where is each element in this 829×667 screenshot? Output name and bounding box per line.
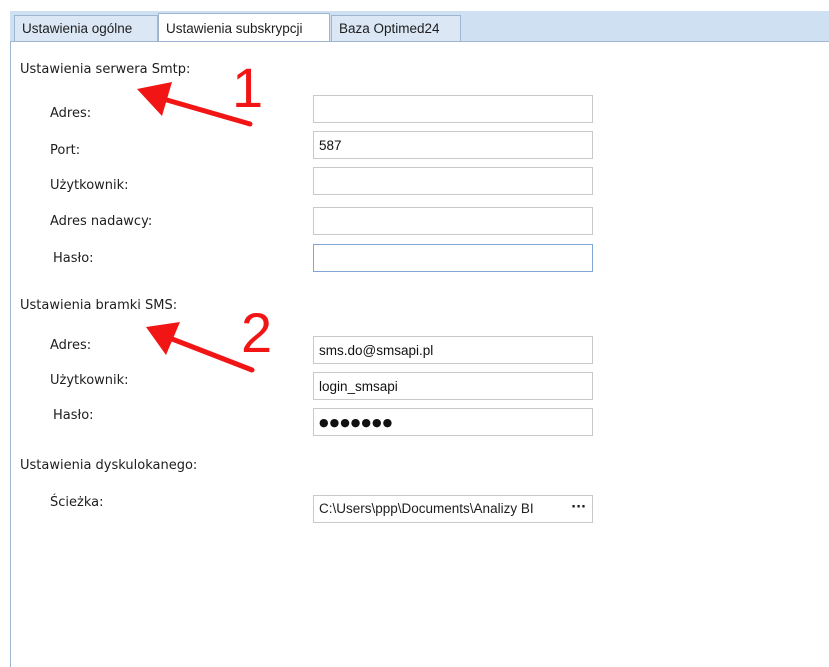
- annotation-number-1: 1: [232, 56, 264, 119]
- annotation-number-2: 2: [241, 301, 273, 364]
- annotation-arrows: [137, 82, 255, 373]
- annotation-arrow-2: [146, 322, 255, 373]
